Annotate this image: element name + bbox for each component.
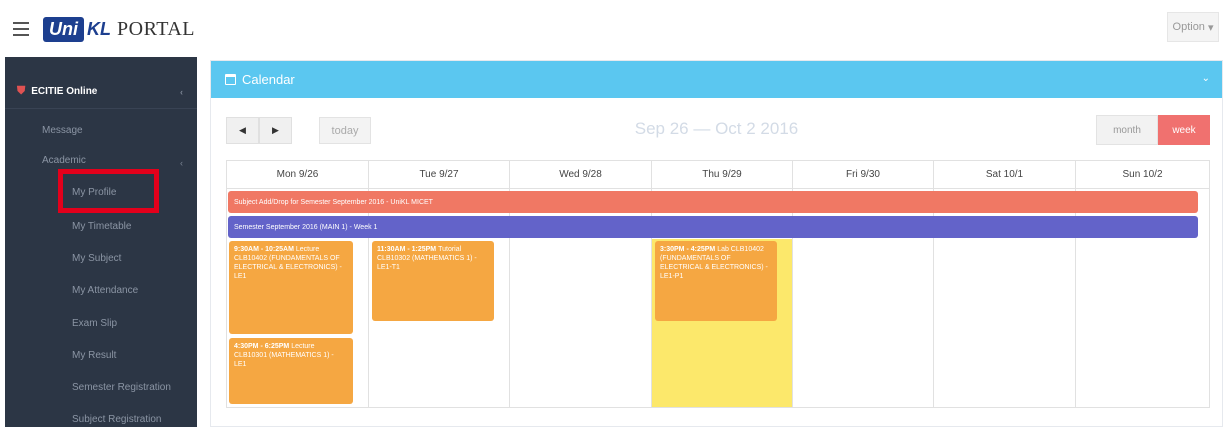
sidebar-item-exam-slip[interactable]: Exam Slip xyxy=(72,318,117,329)
day-header: Tue 9/27 xyxy=(369,161,509,189)
today-button[interactable]: today xyxy=(319,117,371,144)
logo-kl: KL xyxy=(87,18,111,39)
sidebar-item-my-result[interactable]: My Result xyxy=(72,350,116,361)
logo-uni: Uni xyxy=(43,16,84,42)
sidebar: ⛊ ECITIE Online ‹ Message Academic ‹ My … xyxy=(5,57,197,427)
day-header: Sun 10/2 xyxy=(1076,161,1209,189)
option-dropdown[interactable]: Option ▾ xyxy=(1167,12,1219,42)
event-time: 4:30PM - 6:25PM xyxy=(234,343,292,350)
top-bar: Uni KL PORTAL Option ▾ xyxy=(0,0,1225,57)
calendar-title: Calendar xyxy=(242,72,295,87)
menu-icon[interactable] xyxy=(13,22,29,36)
calendar-header: Calendar ⌄ xyxy=(211,61,1222,98)
event-time: 9:30AM - 10:25AM xyxy=(234,246,296,253)
event-time: 11:30AM - 1:25PM xyxy=(377,246,439,253)
allday-event[interactable]: Subject Add/Drop for Semester September … xyxy=(228,191,1198,213)
sidebar-item-message[interactable]: Message xyxy=(42,125,83,136)
sidebar-item-academic[interactable]: Academic xyxy=(42,155,86,166)
sidebar-item-my-subject[interactable]: My Subject xyxy=(72,253,121,264)
chevron-left-icon: ‹ xyxy=(180,158,183,168)
calendar-grid: Mon 9/26 Tue 9/27 Wed 9/28 Thu 9/29 Fri … xyxy=(226,160,1210,408)
sidebar-item-semester-registration[interactable]: Semester Registration xyxy=(72,382,171,393)
calendar-nav: ◀ ▶ xyxy=(226,117,292,144)
calendar-icon xyxy=(225,74,236,85)
sidebar-item-subject-registration[interactable]: Subject Registration xyxy=(72,414,162,425)
prev-button[interactable]: ◀ xyxy=(226,117,259,144)
portal-title: PORTAL xyxy=(117,17,195,40)
app-logo[interactable]: Uni KL PORTAL xyxy=(43,15,195,43)
sidebar-item-my-attendance[interactable]: My Attendance xyxy=(72,285,138,296)
highlight-annotation xyxy=(58,169,159,213)
day-header: Mon 9/26 xyxy=(227,161,368,189)
allday-event[interactable]: Semester September 2016 (MAIN 1) - Week … xyxy=(228,216,1198,238)
chevron-down-icon: ▾ xyxy=(1207,21,1214,34)
next-button[interactable]: ▶ xyxy=(259,117,292,144)
sidebar-item-my-timetable[interactable]: My Timetable xyxy=(72,221,131,232)
sidebar-section-ecitie[interactable]: ⛊ ECITIE Online ‹ xyxy=(5,75,197,109)
event-time: 3:30PM - 4:25PM xyxy=(660,246,718,253)
calendar-panel: Calendar ⌄ Sep 26 — Oct 2 2016 ◀ ▶ today… xyxy=(210,60,1223,427)
calendar-event[interactable]: 9:30AM - 10:25AM Lecture CLB10402 (FUNDA… xyxy=(229,241,353,334)
sidebar-section-title: ECITIE Online xyxy=(31,86,98,97)
shield-icon: ⛊ xyxy=(17,85,26,97)
calendar-event[interactable]: 11:30AM - 1:25PM Tutorial CLB10302 (MATH… xyxy=(372,241,494,321)
week-view-button[interactable]: week xyxy=(1158,115,1210,145)
collapse-icon[interactable]: ⌄ xyxy=(1202,73,1210,84)
day-header: Sat 10/1 xyxy=(934,161,1075,189)
month-view-button[interactable]: month xyxy=(1096,115,1158,145)
day-header: Thu 9/29 xyxy=(652,161,792,189)
calendar-event[interactable]: 4:30PM - 6:25PM Lecture CLB10301 (MATHEM… xyxy=(229,338,353,404)
day-header: Wed 9/28 xyxy=(510,161,651,189)
option-label: Option xyxy=(1172,21,1205,33)
chevron-left-icon: ‹ xyxy=(180,86,183,97)
day-header: Fri 9/30 xyxy=(793,161,933,189)
calendar-event[interactable]: 3:30PM - 4:25PM Lab CLB10402 (FUNDAMENTA… xyxy=(655,241,777,321)
